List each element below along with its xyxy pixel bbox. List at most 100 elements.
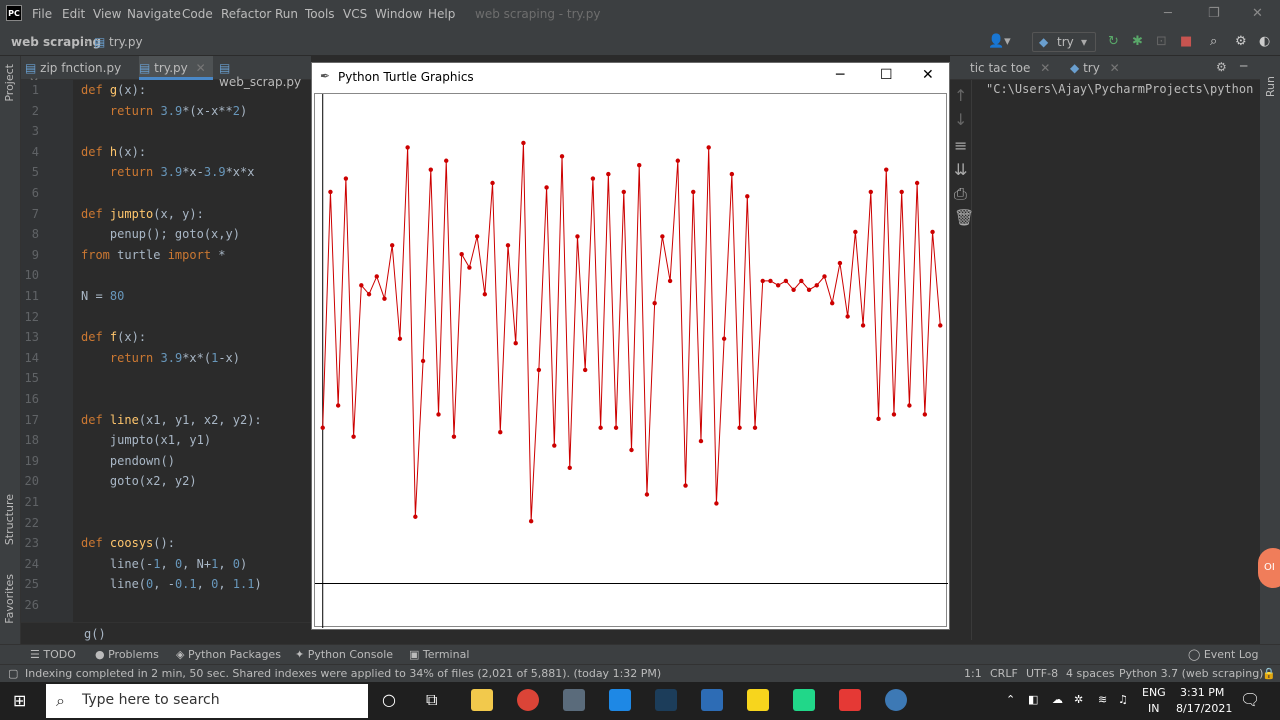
code-line[interactable]: 15 — [21, 368, 311, 388]
code-text[interactable]: def coosys(): — [81, 533, 175, 553]
trash-icon[interactable]: 🗑 — [954, 208, 974, 227]
close-tab-icon[interactable]: ✕ — [1110, 61, 1120, 75]
code-line[interactable]: 26 — [21, 595, 311, 615]
tray-app-icon[interactable]: ◧ — [1028, 693, 1038, 706]
code-line[interactable]: 18 jumpto(x1, y1) — [21, 430, 311, 450]
python-turtle-taskbar-icon[interactable] — [885, 689, 907, 711]
function-breadcrumb[interactable]: g() — [21, 622, 311, 644]
hide-panel-icon[interactable]: ─ — [1240, 59, 1247, 73]
menu-view[interactable]: View — [93, 7, 121, 21]
code-line[interactable]: 24 line(-1, 0, N+1, 0) — [21, 554, 311, 574]
code-line[interactable]: 10 — [21, 265, 311, 285]
menu-help[interactable]: Help — [428, 7, 455, 21]
code-text[interactable]: def jumpto(x, y): — [81, 204, 204, 224]
windows-start-icon[interactable]: ⊞ — [13, 691, 26, 710]
python-console-button[interactable]: ✦ Python Console — [295, 648, 393, 661]
print-icon[interactable]: ⎙ — [954, 184, 967, 204]
soft-wrap-icon[interactable]: ≡ — [954, 136, 967, 155]
code-text[interactable]: jumpto(x1, y1) — [81, 430, 211, 450]
code-line[interactable]: 4 def h(x): — [21, 142, 311, 162]
close-tab-icon[interactable]: ✕ — [196, 61, 206, 75]
menu-refactor[interactable]: Refactor — [221, 7, 271, 21]
stop-icon[interactable]: ■ — [1180, 34, 1192, 49]
menu-tools[interactable]: Tools — [305, 7, 335, 21]
jetbrains-toolbox-icon[interactable]: ◐ — [1259, 34, 1270, 49]
caret-position[interactable]: 1:1 — [964, 667, 982, 680]
code-text[interactable]: return 3.9*x-3.9*x*x — [81, 162, 255, 182]
indent-setting[interactable]: 4 spaces — [1066, 667, 1115, 680]
rerun-icon[interactable]: ↻ — [1108, 34, 1119, 49]
file-encoding[interactable]: UTF-8 — [1026, 667, 1058, 680]
region-indicator[interactable]: IN — [1148, 702, 1159, 715]
event-log-button[interactable]: ◯ Event Log — [1188, 648, 1258, 661]
code-line[interactable]: 19 pendown() — [21, 451, 311, 471]
python-packages-button[interactable]: ◈ Python Packages — [176, 648, 281, 661]
code-line[interactable]: 5 return 3.9*x-3.9*x*x — [21, 162, 311, 182]
favorites-tool-label[interactable]: Favorites — [3, 574, 16, 624]
run-config-select[interactable]: ◆ try ▾ — [1032, 32, 1096, 52]
code-text[interactable]: line(-1, 0, N+1, 0) — [81, 554, 247, 574]
mail-icon[interactable] — [609, 689, 631, 711]
tab-try[interactable]: ▤ try.py ✕ — [139, 56, 213, 80]
tab-web-scrap[interactable]: ▤ web_scrap.py — [219, 56, 311, 89]
problems-button[interactable]: ● Problems — [95, 648, 159, 661]
code-line[interactable]: 7 def jumpto(x, y): — [21, 204, 311, 224]
menu-edit[interactable]: Edit — [62, 7, 85, 21]
code-line[interactable]: 13 def f(x): — [21, 327, 311, 347]
gear-icon[interactable]: ⚙ — [1235, 34, 1247, 49]
minimize-icon[interactable]: ─ — [836, 67, 844, 83]
project-tool-label[interactable]: Project — [3, 64, 16, 102]
code-line[interactable]: 23 def coosys(): — [21, 533, 311, 553]
code-text[interactable]: def f(x): — [81, 327, 146, 347]
run-tool-label[interactable]: Run — [1264, 76, 1277, 97]
turtle-window-titlebar[interactable]: ✒ Python Turtle Graphics ─ ☐ ✕ — [312, 63, 949, 91]
ime-icon[interactable]: ✲ — [1074, 693, 1083, 706]
structure-tool-label[interactable]: Structure — [3, 494, 16, 545]
code-line[interactable]: 12 — [21, 307, 311, 327]
run-tab-try[interactable]: ◆ try ✕ — [1070, 61, 1120, 75]
code-text[interactable]: def line(x1, y1, x2, y2): — [81, 410, 262, 430]
clock-date[interactable]: 8/17/2021 — [1176, 702, 1232, 715]
scroll-to-end-icon[interactable]: ⇊ — [954, 160, 967, 179]
menu-file[interactable]: File — [32, 7, 52, 21]
console-output[interactable]: "C:\Users\Ajay\PycharmProjects\python — [986, 82, 1260, 96]
breadcrumb-file[interactable]: try.py — [109, 35, 143, 49]
code-line[interactable]: 3 — [21, 121, 311, 141]
menu-run[interactable]: Run — [275, 7, 298, 21]
code-line[interactable]: 21 — [21, 492, 311, 512]
status-message[interactable]: Indexing completed in 2 min, 50 sec. Sha… — [25, 667, 661, 680]
cloud-icon[interactable]: ☁ — [1052, 693, 1063, 706]
code-line[interactable]: 17 def line(x1, y1, x2, y2): — [21, 410, 311, 430]
sticky-notes-icon[interactable] — [747, 689, 769, 711]
turtle-graphics-window[interactable]: ✒ Python Turtle Graphics ─ ☐ ✕ — [311, 62, 950, 630]
menu-code[interactable]: Code — [182, 7, 213, 21]
teamviewer-icon[interactable] — [655, 689, 677, 711]
recorder-icon[interactable] — [839, 689, 861, 711]
wifi-icon[interactable]: ≋ — [1098, 693, 1107, 706]
code-area[interactable]: 1 def g(x): 2 return 3.9*(x-x**2) 3 4 def h(x… — [21, 80, 311, 622]
interpreter[interactable]: Python 3.7 (web scraping) — [1119, 667, 1263, 680]
notification-center-icon[interactable]: 🗨 — [1240, 690, 1260, 709]
minimize-icon[interactable]: ─ — [1164, 6, 1172, 21]
file-explorer-icon[interactable] — [471, 689, 493, 711]
code-text[interactable]: line(0, -0.1, 0, 1.1) — [81, 574, 262, 594]
code-text[interactable]: def h(x): — [81, 142, 146, 162]
code-text[interactable]: return 3.9*(x-x**2) — [81, 101, 247, 121]
code-line[interactable]: 22 — [21, 513, 311, 533]
search-icon[interactable]: ⌕ — [1210, 34, 1217, 49]
lock-icon[interactable]: 🔒 — [1262, 667, 1276, 680]
code-text[interactable]: from turtle import * — [81, 245, 226, 265]
code-line[interactable]: 6 — [21, 183, 311, 203]
code-text[interactable]: goto(x2, y2) — [81, 471, 197, 491]
tab-zip-fnction[interactable]: ▤ zip fnction.py ✕ — [25, 56, 133, 89]
arrow-down-icon[interactable]: ↓ — [954, 110, 967, 129]
volume-icon[interactable]: ♫ — [1118, 693, 1128, 706]
store-icon[interactable] — [563, 689, 585, 711]
user-icon[interactable]: 👤▾ — [988, 34, 1011, 49]
debug-icon[interactable]: ✱ — [1132, 34, 1143, 49]
code-text[interactable]: pendown() — [81, 451, 175, 471]
restore-icon[interactable]: ❐ — [1208, 6, 1220, 21]
clock-time[interactable]: 3:31 PM — [1180, 686, 1224, 699]
code-line[interactable]: 1 def g(x): — [21, 80, 311, 100]
remote-desktop-icon[interactable] — [701, 689, 723, 711]
